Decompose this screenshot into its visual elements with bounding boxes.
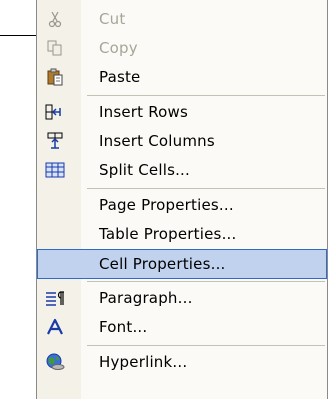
menu-item-label: Hyperlink... xyxy=(99,353,188,371)
insert-rows-icon xyxy=(45,103,65,121)
menu-item-label: Table Properties... xyxy=(99,225,237,243)
menu-item-hyperlink[interactable]: Hyperlink... xyxy=(37,347,327,377)
menu-item-page-properties[interactable]: Page Properties... xyxy=(37,190,327,220)
menu-item-insert-rows[interactable]: Insert Rows xyxy=(37,97,327,127)
menu-item-label: Split Cells... xyxy=(99,161,190,179)
menu-separator xyxy=(87,188,325,189)
background-line xyxy=(0,35,40,36)
menu-item-insert-columns[interactable]: Insert Columns xyxy=(37,126,327,156)
menu-separator xyxy=(87,345,325,346)
scissors-icon xyxy=(45,10,65,28)
menu-item-cell-properties[interactable]: Cell Properties... xyxy=(37,249,327,279)
menu-item-label: Page Properties... xyxy=(99,196,234,214)
split-cells-icon xyxy=(45,161,65,179)
menu-item-label: Insert Columns xyxy=(99,132,215,150)
copy-icon xyxy=(45,39,65,57)
menu-item-label: Font... xyxy=(99,318,148,336)
menu-item-label: Cut xyxy=(99,10,126,28)
insert-columns-icon xyxy=(45,132,65,150)
context-menu: Cut Copy Paste Insert Rows Insert Column… xyxy=(36,0,328,399)
menu-item-table-properties[interactable]: Table Properties... xyxy=(37,219,327,249)
paste-icon xyxy=(45,68,65,86)
menu-item-label: Paste xyxy=(99,68,141,86)
menu-separator xyxy=(87,281,325,282)
hyperlink-globe-icon xyxy=(45,353,65,371)
menu-item-paste[interactable]: Paste xyxy=(37,62,327,92)
menu-item-label: Copy xyxy=(99,39,138,57)
menu-item-label: Paragraph... xyxy=(99,289,193,307)
menu-item-font[interactable]: Font... xyxy=(37,312,327,342)
menu-item-copy[interactable]: Copy xyxy=(37,33,327,63)
menu-item-paragraph[interactable]: Paragraph... xyxy=(37,283,327,313)
font-icon xyxy=(45,318,65,336)
menu-item-split-cells[interactable]: Split Cells... xyxy=(37,155,327,185)
menu-item-label: Insert Rows xyxy=(99,103,188,121)
menu-item-label: Cell Properties... xyxy=(99,255,226,273)
paragraph-icon xyxy=(45,289,65,307)
menu-item-cut[interactable]: Cut xyxy=(37,4,327,34)
menu-separator xyxy=(87,95,325,96)
